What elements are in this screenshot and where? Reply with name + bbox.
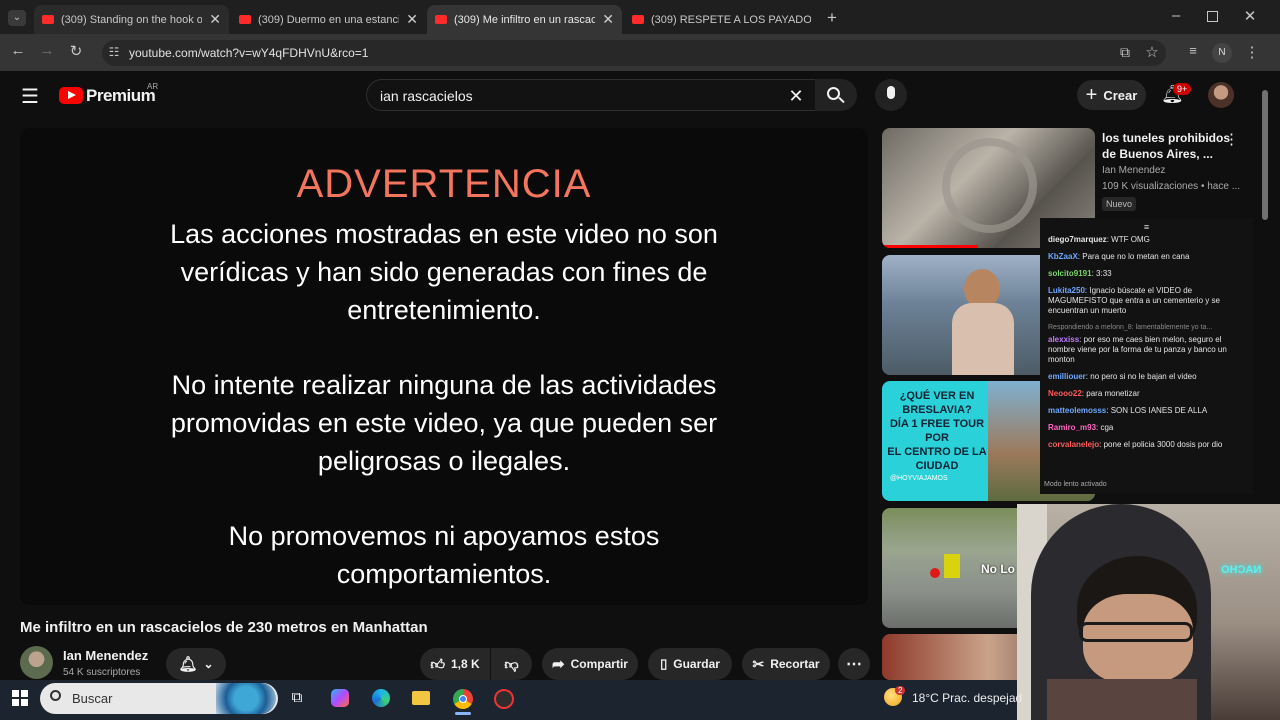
- file-explorer-icon[interactable]: [412, 691, 430, 705]
- recommendation-meta: 109 K visualizaciones • hace ...: [1102, 181, 1241, 192]
- obs-studio-icon[interactable]: [494, 689, 514, 709]
- chat-message: matteolemosss: SON LOS IANES DE ALLA: [1048, 406, 1208, 415]
- page-scrollbar[interactable]: [1262, 90, 1268, 220]
- warning-line: Las acciones mostradas en este video no …: [170, 219, 718, 249]
- thumbs-down-icon: 👎︎: [504, 655, 519, 672]
- maximize-window-icon[interactable]: [1207, 11, 1218, 22]
- notification-badge: 9+: [1173, 83, 1192, 95]
- windows-start-icon[interactable]: [12, 690, 28, 706]
- warning-line: comportamientos.: [336, 559, 552, 589]
- warning-line: entretenimiento.: [347, 295, 541, 325]
- minimize-window-icon[interactable]: –: [1168, 7, 1184, 24]
- scissors-icon: ✂: [752, 655, 765, 672]
- youtube-favicon: [42, 15, 54, 24]
- chat-message: Neooo22: para monetizar: [1048, 389, 1140, 398]
- recommendation-title[interactable]: los tuneles prohibidos: [1102, 130, 1230, 146]
- chat-message: Lukita250: Ignacio búscate el VIDEO de M…: [1048, 286, 1220, 315]
- new-badge: Nuevo: [1102, 197, 1137, 211]
- share-button[interactable]: ➦ Compartir: [542, 648, 638, 680]
- site-info-icon[interactable]: ☷: [106, 45, 122, 59]
- task-view-icon[interactable]: ⧉: [289, 689, 305, 706]
- youtube-favicon: [435, 15, 447, 24]
- clip-button[interactable]: ✂ Recortar: [742, 648, 830, 680]
- hamburger-menu-icon[interactable]: ☰: [19, 84, 41, 109]
- bookmark-star-icon[interactable]: ☆: [1143, 43, 1161, 61]
- search-input[interactable]: ian rascacielos: [380, 88, 473, 104]
- recommendation-channel[interactable]: Ian Menendez: [1102, 165, 1165, 176]
- region-code: AR: [147, 82, 159, 91]
- thumbs-up-icon: 👍︎: [430, 655, 445, 672]
- dislike-button[interactable]: 👎︎: [491, 648, 532, 680]
- browser-tab-2[interactable]: (309) Duermo en una estancia a ✕: [231, 5, 426, 34]
- active-app-indicator: [455, 712, 471, 715]
- plus-icon: +: [1085, 83, 1098, 106]
- slow-mode-note: Modo lento activado: [1044, 481, 1107, 488]
- warning-line: peligrosas o ilegales.: [317, 446, 571, 476]
- edge-browser-icon[interactable]: [372, 689, 390, 707]
- bell-icon: 🔔︎: [178, 656, 198, 673]
- taskbar-search-icon: [50, 690, 61, 701]
- weather-text[interactable]: 18°C Prac. despejad: [912, 691, 1022, 705]
- subscription-bell-button[interactable]: 🔔︎ ⌄: [166, 648, 226, 680]
- chat-message: emilliouer: no pero si no le bajan el vi…: [1048, 372, 1197, 381]
- share-arrow-icon: ➦: [552, 656, 565, 673]
- tab-close-icon[interactable]: ✕: [406, 11, 418, 28]
- chat-message: diego7marquez: WTF OMG: [1048, 235, 1150, 244]
- chat-message: solcito9191: 3:33: [1048, 269, 1112, 278]
- youtube-favicon: [632, 15, 644, 24]
- clear-search-icon[interactable]: ✕: [786, 86, 806, 107]
- channel-avatar[interactable]: [20, 646, 53, 679]
- reading-list-icon[interactable]: ≡: [1184, 43, 1202, 58]
- chat-reply-note: Respondiendo a melonn_8: lamentablemente…: [1048, 324, 1213, 331]
- chevron-down-icon: ⌄: [203, 657, 214, 671]
- recommendation-title-line2[interactable]: de Buenos Aires, ...: [1102, 146, 1213, 162]
- warning-line: promovidas en este video, ya que pueden …: [170, 408, 718, 438]
- webcam-overlay: NACHO: [1017, 504, 1280, 720]
- url-text: youtube.com/watch?v=wY4qFDHVnU&rco=1: [129, 46, 369, 60]
- create-button[interactable]: + Crear: [1077, 80, 1146, 110]
- channel-name[interactable]: Ian Menendez: [63, 648, 148, 663]
- back-arrow-icon[interactable]: ←: [9, 42, 27, 59]
- chat-message: corvalanelejo: pone el policia 3000 dosi…: [1048, 440, 1223, 449]
- chat-message: Ramiro_m93: cga: [1048, 423, 1114, 432]
- chat-message: alexxiss: por eso me caes bien melon, se…: [1048, 335, 1227, 364]
- tab-close-icon[interactable]: ✕: [209, 11, 221, 28]
- like-button[interactable]: 👍︎ 1,8 K: [420, 648, 490, 680]
- reload-icon[interactable]: ↻: [67, 42, 85, 60]
- copilot-icon[interactable]: [331, 689, 349, 707]
- chat-message: KbZaaX: Para que no lo metan en cana: [1048, 252, 1190, 261]
- tab-search-icon[interactable]: ⌄: [8, 10, 26, 26]
- more-horizontal-icon: ⋯: [846, 656, 862, 673]
- browser-tab-1[interactable]: (309) Standing on the hook of a ✕: [34, 5, 229, 34]
- chrome-icon-center: [459, 695, 467, 703]
- neon-sign: NACHO: [1221, 564, 1262, 576]
- subscriber-count: 54 K suscriptores: [63, 667, 141, 678]
- forward-arrow-icon[interactable]: →: [38, 42, 56, 59]
- account-avatar[interactable]: [1208, 82, 1234, 108]
- cast-icon[interactable]: ⧉: [1116, 44, 1134, 61]
- chat-filter-icon: ≡: [1143, 222, 1150, 232]
- microphone-icon: [887, 86, 895, 99]
- youtube-logo-icon[interactable]: [59, 87, 83, 104]
- bookmark-icon: ▯: [660, 656, 668, 671]
- browser-tab-3-active[interactable]: (309) Me infiltro en un rascacie ✕: [427, 5, 622, 34]
- profile-avatar[interactable]: N: [1212, 43, 1232, 63]
- close-window-icon[interactable]: ✕: [1242, 7, 1258, 25]
- youtube-premium-label[interactable]: Premium: [86, 86, 156, 106]
- warning-line: No promovemos ni apoyamos estos: [228, 521, 660, 551]
- new-tab-plus-icon[interactable]: +: [822, 8, 842, 28]
- browser-tab-4[interactable]: (309) RESPETE A LOS PAYADOR: [624, 5, 819, 34]
- warning-line: verídicas y han sido generadas con fines…: [180, 257, 708, 287]
- warning-line: No intente realizar ninguna de las activ…: [171, 370, 717, 400]
- browser-menu-icon[interactable]: ⋮: [1244, 43, 1260, 61]
- youtube-favicon: [239, 15, 251, 24]
- warning-title: ADVERTENCIA: [296, 162, 592, 206]
- save-button[interactable]: ▯ Guardar: [648, 648, 732, 680]
- recommendation-menu-icon[interactable]: ⋮: [1224, 130, 1239, 148]
- tab-close-icon[interactable]: ✕: [602, 11, 614, 28]
- stream-chat-overlay: ≡ diego7marquez: WTF OMG KbZaaX: Para qu…: [1040, 218, 1253, 494]
- search-highlight-image[interactable]: [216, 683, 276, 714]
- more-actions-button[interactable]: ⋯: [838, 648, 870, 680]
- video-title: Me infiltro en un rascacielos de 230 met…: [20, 619, 428, 636]
